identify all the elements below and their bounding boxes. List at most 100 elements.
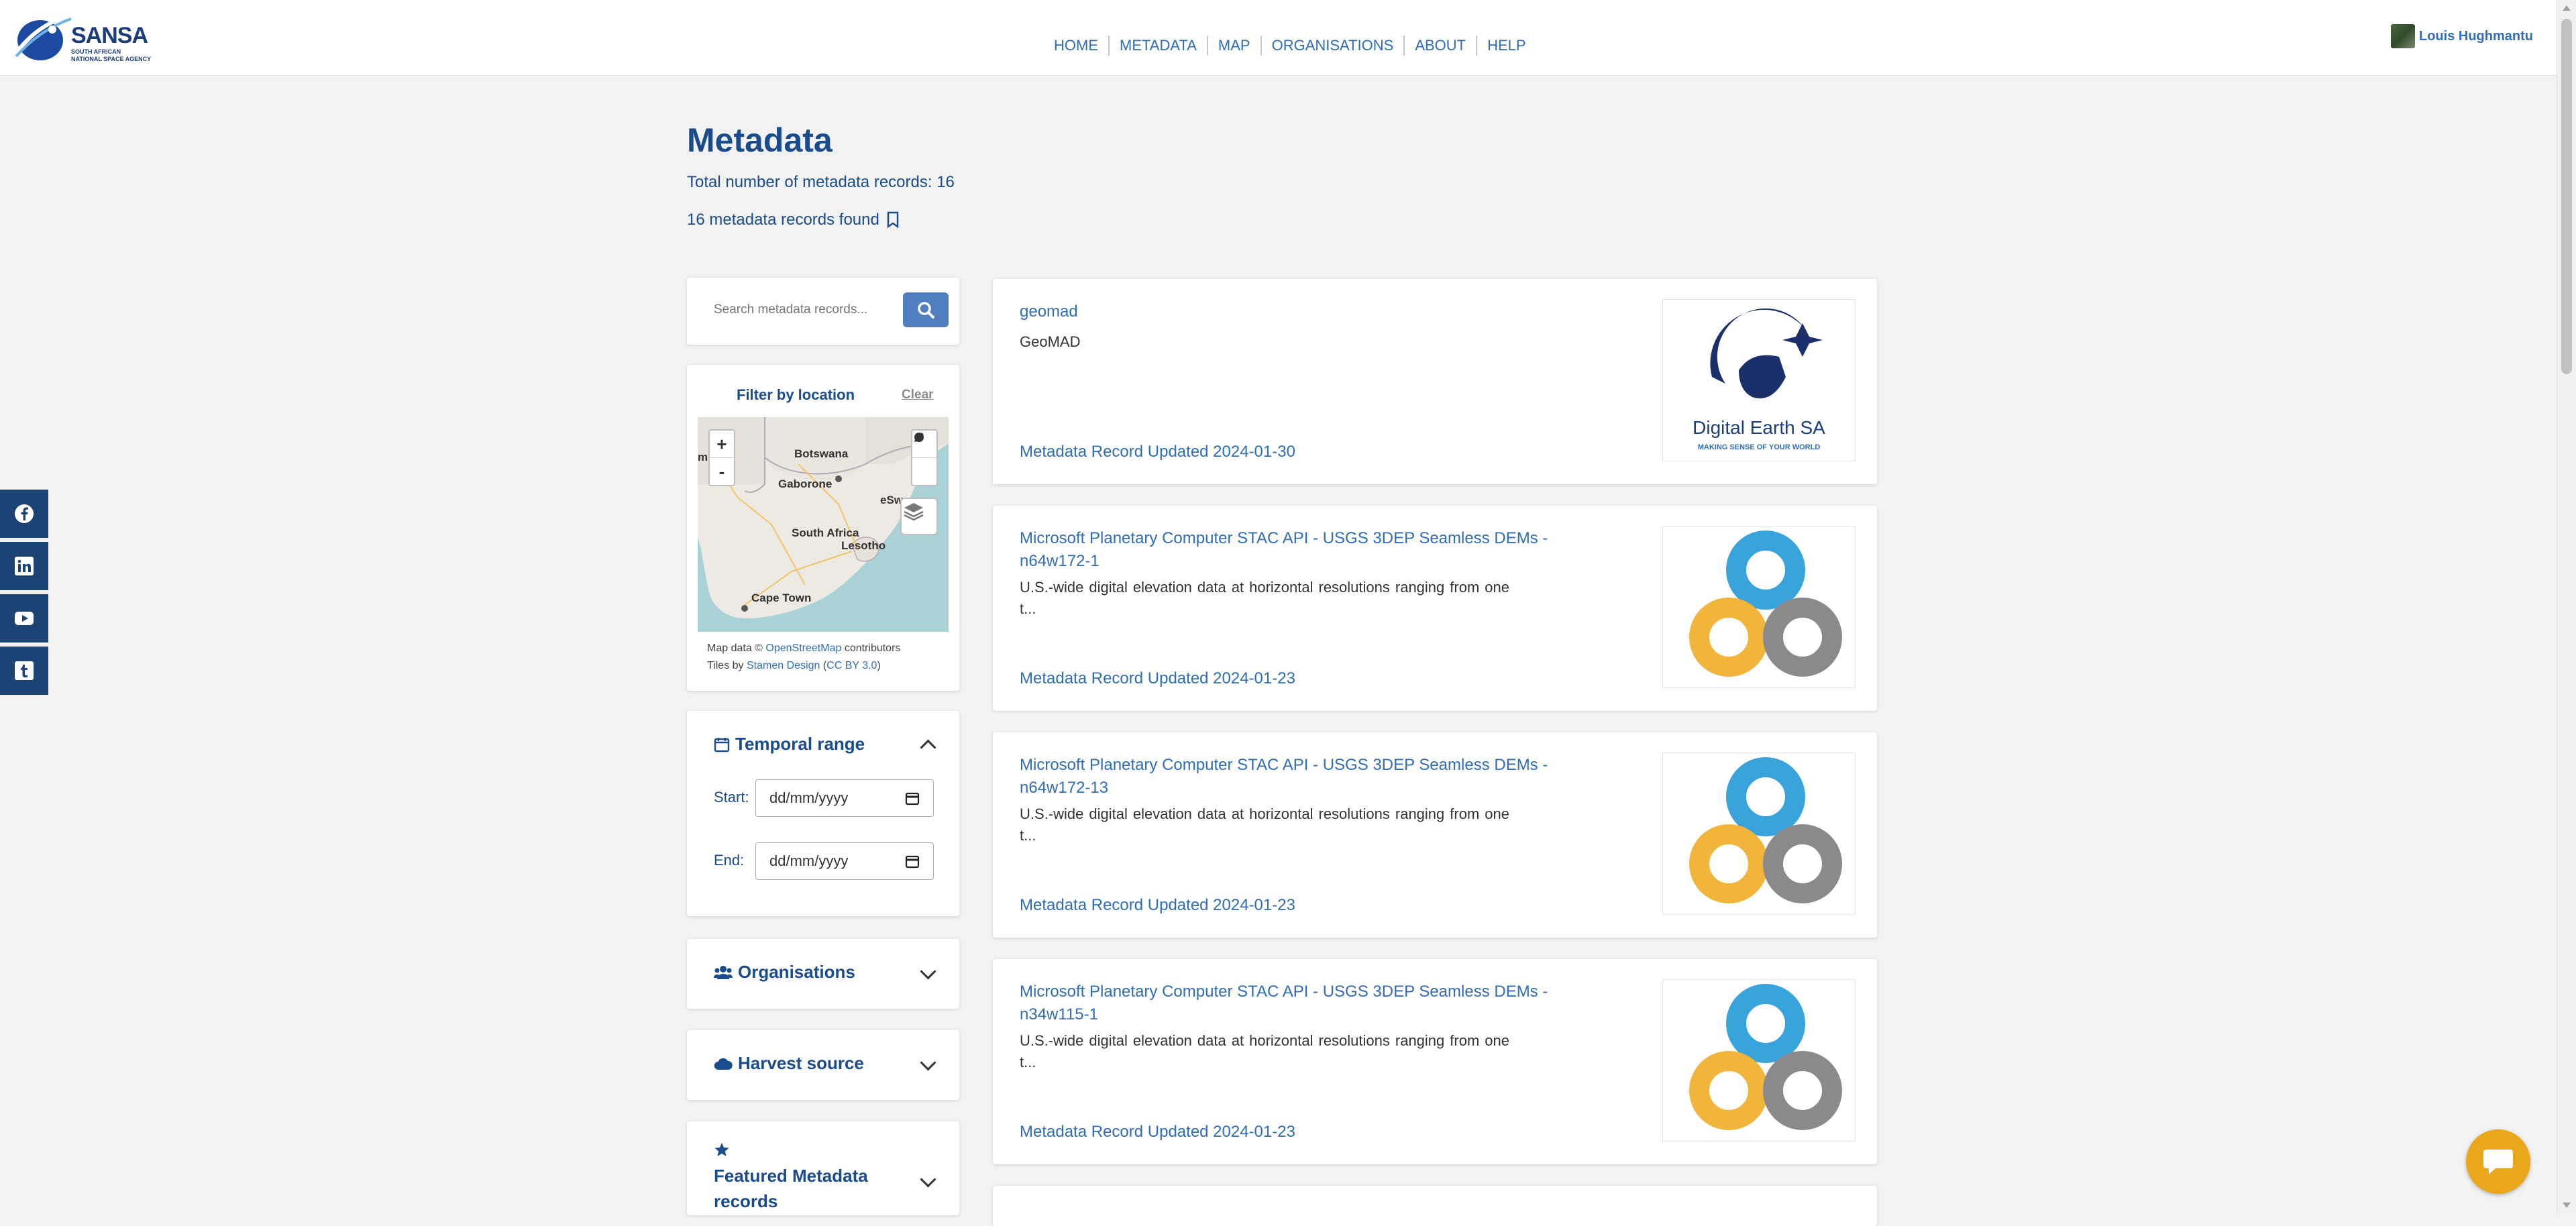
logo-subtitle: SOUTH AFRICAN NATIONAL SPACE AGENCY — [71, 48, 152, 62]
record-updated: Metadata Record Updated 2024-01-23 — [1020, 669, 1295, 687]
users-icon — [714, 965, 733, 979]
location-filter-panel: Filter by location Clear mibia Botswana … — [687, 365, 959, 691]
license-link[interactable]: CC BY 3.0 — [826, 660, 877, 671]
draw-circle-button[interactable] — [912, 433, 936, 485]
tumblr-icon[interactable] — [0, 647, 48, 695]
scroll-down-arrow[interactable] — [2563, 1203, 2571, 1208]
map-label-lesotho: Lesotho — [841, 539, 886, 552]
record-thumbnail[interactable] — [1662, 979, 1856, 1141]
harvest-source-header[interactable]: Harvest source — [714, 1053, 864, 1074]
start-label: Start: — [714, 789, 749, 805]
page-title: Metadata — [687, 121, 833, 159]
metadata-record-card[interactable]: Microsoft Planetary Computer STAC API - … — [993, 732, 1877, 938]
planetary-computer-logo — [1689, 984, 1842, 1130]
temporal-header[interactable]: Temporal range — [714, 734, 865, 755]
location-clear-link[interactable]: Clear — [902, 388, 934, 402]
calendar-icon — [905, 792, 920, 805]
thumb-tagline: MAKING SENSE OF YOUR WORLD — [1698, 443, 1821, 451]
record-title[interactable]: Microsoft Planetary Computer STAC API - … — [1020, 527, 1583, 573]
record-updated: Metadata Record Updated 2024-01-23 — [1020, 896, 1295, 914]
record-title[interactable]: Microsoft Planetary Computer STAC API - … — [1020, 754, 1583, 799]
harvest-source-title: Harvest source — [738, 1053, 864, 1073]
temporal-title: Temporal range — [735, 734, 865, 754]
end-label: End: — [714, 852, 745, 869]
zoom-in-button[interactable]: + — [710, 431, 734, 458]
start-date-input[interactable]: dd/mm/yyyy — [755, 779, 934, 817]
record-title[interactable]: Microsoft Planetary Computer STAC API - … — [1020, 981, 1583, 1026]
linkedin-icon[interactable] — [0, 542, 48, 590]
map-zoom-control: + - — [708, 429, 735, 486]
metadata-record-card[interactable]: Microsoft Planetary Computer STAC API - … — [993, 959, 1877, 1164]
stamen-link[interactable]: Stamen Design — [747, 660, 820, 671]
record-thumbnail[interactable] — [1662, 753, 1856, 915]
page-scrollbar[interactable] — [2557, 0, 2576, 1213]
chevron-down-icon[interactable] — [920, 963, 936, 980]
nav-metadata[interactable]: METADATA — [1108, 36, 1207, 56]
bookmark-icon[interactable] — [886, 211, 900, 229]
metadata-record-card[interactable]: Microsoft Planetary Computer STAC API - … — [993, 506, 1877, 711]
user-name: Louis Hughmantu — [2419, 28, 2533, 44]
chevron-down-icon[interactable] — [920, 1054, 936, 1071]
record-thumbnail[interactable]: Digital Earth SA MAKING SENSE OF YOUR WO… — [1662, 299, 1856, 461]
record-updated: Metadata Record Updated 2024-01-30 — [1020, 443, 1295, 461]
nav-help[interactable]: HELP — [1476, 36, 1536, 56]
chevron-up-icon[interactable] — [920, 739, 936, 756]
avatar — [2391, 24, 2415, 48]
featured-title: Featured Metadata records — [714, 1166, 868, 1211]
record-updated: Metadata Record Updated 2024-01-23 — [1020, 1123, 1295, 1141]
user-menu[interactable]: Louis Hughmantu — [2391, 24, 2533, 48]
nav-home[interactable]: HOME — [1044, 36, 1108, 56]
tiles-prefix: Tiles by — [707, 660, 744, 671]
harvest-source-filter-panel[interactable]: Harvest source — [687, 1030, 959, 1100]
youtube-icon[interactable] — [0, 594, 48, 643]
calendar-icon — [714, 737, 730, 752]
search-input[interactable] — [703, 291, 904, 329]
scroll-thumb[interactable] — [2561, 19, 2572, 374]
location-map[interactable]: mibia Botswana Gaborone South Africa Les… — [698, 417, 949, 632]
record-thumbnail[interactable] — [1662, 526, 1856, 688]
nav-about[interactable]: ABOUT — [1403, 36, 1476, 56]
thumb-brand-text: Digital Earth SA — [1693, 417, 1825, 438]
records-found-text: 16 metadata records found — [687, 211, 879, 229]
map-label-south-africa: South Africa — [792, 526, 859, 539]
sansa-logo[interactable]: SANSA SOUTH AFRICAN NATIONAL SPACE AGENC… — [13, 9, 151, 67]
main-nav: HOME METADATA MAP ORGANISATIONS ABOUT HE… — [1044, 34, 1536, 58]
map-label-cape-town: Cape Town — [751, 592, 812, 604]
temporal-filter-panel: Temporal range Start: dd/mm/yyyy End: dd… — [687, 711, 959, 916]
top-header: SANSA SOUTH AFRICAN NATIONAL SPACE AGENC… — [0, 0, 2557, 76]
chat-icon — [2483, 1150, 2513, 1174]
zoom-out-button[interactable]: - — [710, 458, 734, 485]
chat-button[interactable] — [2466, 1129, 2530, 1194]
nav-map[interactable]: MAP — [1206, 36, 1260, 56]
attribution-contributors: contributors — [844, 643, 901, 654]
facebook-icon[interactable] — [0, 490, 48, 538]
scroll-up-arrow[interactable] — [2563, 5, 2571, 11]
organisations-title: Organisations — [738, 962, 855, 982]
calendar-icon — [905, 855, 920, 869]
records-found: 16 metadata records found — [687, 211, 900, 229]
metadata-record-card[interactable] — [993, 1186, 1877, 1226]
featured-records-filter-panel[interactable]: Featured Metadata records — [687, 1121, 959, 1215]
organisations-header[interactable]: Organisations — [714, 962, 855, 983]
planetary-computer-logo — [1689, 531, 1842, 677]
record-description: GeoMAD — [1020, 333, 1081, 350]
location-filter-title: Filter by location — [737, 386, 855, 403]
end-date-input[interactable]: dd/mm/yyyy — [755, 842, 934, 880]
organisations-filter-panel[interactable]: Organisations — [687, 939, 959, 1009]
nav-organisations[interactable]: ORGANISATIONS — [1260, 36, 1404, 56]
map-layers-button[interactable] — [900, 498, 938, 535]
search-button[interactable] — [903, 292, 949, 327]
layers-icon — [904, 503, 924, 521]
metadata-record-card[interactable]: geomad GeoMAD Metadata Record Updated 20… — [993, 279, 1877, 484]
search-icon — [918, 302, 934, 319]
featured-header[interactable]: Featured Metadata records — [714, 1141, 928, 1214]
circle-icon — [914, 433, 924, 442]
map-label-gaborone: Gaborone — [778, 478, 833, 490]
start-date-placeholder: dd/mm/yyyy — [769, 789, 849, 806]
osm-link[interactable]: OpenStreetMap — [765, 643, 841, 654]
record-description: U.S.-wide digital elevation data at hori… — [1020, 1032, 1509, 1070]
record-title[interactable]: geomad — [1020, 300, 1583, 323]
star-icon — [714, 1143, 729, 1156]
map-label-botswana: Botswana — [794, 447, 849, 460]
map-draw-control — [911, 429, 938, 486]
